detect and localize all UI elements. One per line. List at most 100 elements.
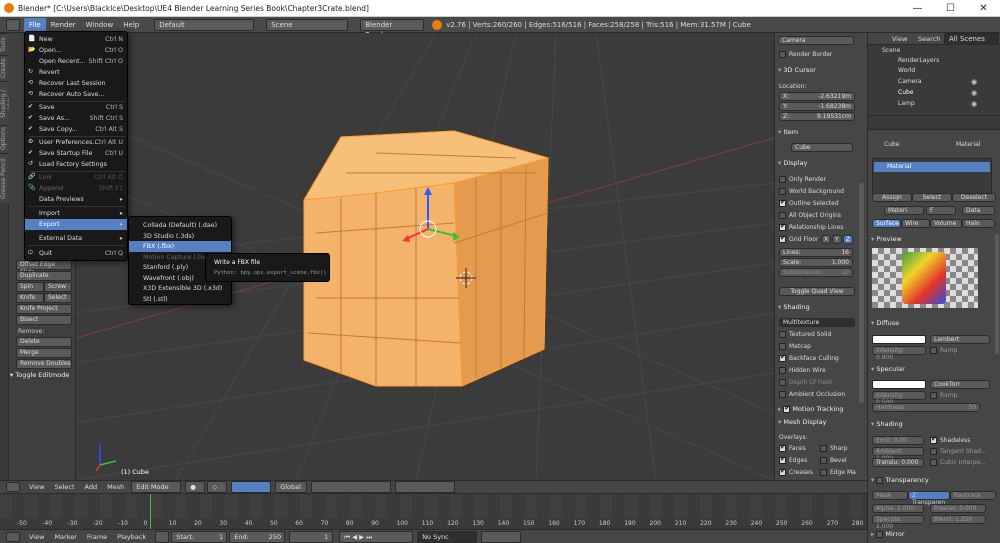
world-background-checkbox[interactable] <box>779 188 786 195</box>
render-engine-selector[interactable]: Blender Render <box>360 18 425 39</box>
editor-type-icon[interactable] <box>6 18 20 31</box>
scene-selector[interactable]: Scene <box>266 18 349 31</box>
cursor-panel-header[interactable]: 3D Cursor <box>778 66 816 74</box>
merge-dropdown[interactable]: Merge <box>16 348 72 358</box>
bevel-checkbox[interactable] <box>820 457 827 464</box>
mask-option[interactable]: Mask <box>872 491 908 500</box>
mirror-checkbox[interactable] <box>876 530 884 538</box>
deselect-button[interactable]: Deselect <box>952 193 996 202</box>
toggle-quad-view-button[interactable]: Toggle Quad View <box>779 287 855 296</box>
file-menu-item-recover-auto-save[interactable]: ⟲ Recover Auto Save... <box>25 89 127 100</box>
file-menu-item-quit[interactable]: ⏻ Quit Ctrl Q <box>25 248 127 259</box>
close-button[interactable]: ✕ <box>967 0 1000 17</box>
axis-z-toggle[interactable]: Z <box>843 235 853 244</box>
spin-button[interactable]: Spin <box>16 282 44 292</box>
shading-panel-header[interactable]: Shading <box>778 303 809 311</box>
file-menu-item-recover-last-session[interactable]: ⟲ Recover Last Session <box>25 78 127 89</box>
file-menu-item-open[interactable]: 📂 Open... Ctrl O <box>25 45 127 56</box>
cubic-interpolation-checkbox[interactable] <box>930 459 937 466</box>
export-menu-item-collada-default-dae[interactable]: Collada (Default) (.dae) <box>129 220 231 231</box>
transform-orientation-selector[interactable]: Global <box>275 481 308 493</box>
file-menu-item-import[interactable]: Import ▸ <box>25 208 127 219</box>
file-menu-item-save-as[interactable]: ✔ Save As... Shift Ctrl S <box>25 113 127 124</box>
viewport-view-menu[interactable]: View <box>24 480 49 494</box>
material-name-field[interactable]: Materi <box>884 206 924 215</box>
delete-dropdown[interactable]: Delete <box>16 337 72 347</box>
duplicate-button[interactable]: Duplicate <box>16 271 72 281</box>
raytrace-option[interactable]: Raytrace <box>950 491 996 500</box>
axis-x-toggle[interactable]: X <box>821 235 831 244</box>
specular-alpha-field[interactable]: Specula: 1.000 <box>872 515 924 530</box>
minimize-button[interactable]: — <box>901 0 934 17</box>
outliner-search-menu[interactable]: Search <box>918 35 940 43</box>
export-menu-item-stl-stl[interactable]: Stl (.stl) <box>129 294 231 305</box>
matcap-checkbox[interactable] <box>779 343 786 350</box>
lines-field[interactable]: Lines: 16 <box>779 248 853 257</box>
viewport-add-menu[interactable]: Add <box>80 480 103 494</box>
export-menu-item-fbx-fbx[interactable]: FBX (.fbx) <box>129 241 231 252</box>
outliner-item-world[interactable]: World <box>898 67 915 74</box>
depth-of-field-checkbox[interactable] <box>779 379 786 386</box>
export-menu-item-x3d-extensible-3d-x3d[interactable]: X3D Extensible 3D (.x3d) <box>129 283 231 294</box>
outliner-item-scene[interactable]: Scene <box>882 47 900 54</box>
specular-intensity-field[interactable]: Intensity: 0.500 <box>872 391 926 406</box>
motion-tracking-panel-header[interactable]: Motion Tracking <box>778 404 844 413</box>
cursor-z-field[interactable]: Z: 9.19531cm <box>779 112 855 121</box>
tab-volume[interactable]: Volume <box>930 219 962 228</box>
props-scrollbar[interactable] <box>995 234 999 354</box>
file-menu-item-export[interactable]: Export ▸ <box>25 219 127 230</box>
ztransparency-option[interactable]: Z Transparen <box>908 491 950 506</box>
tab-surface[interactable]: Surface <box>872 219 901 228</box>
playback-controls[interactable]: ⏮ ◀ ▶ ⏭ <box>339 530 414 543</box>
backface-culling-checkbox[interactable] <box>779 353 786 362</box>
diffuse-panel-header[interactable]: Diffuse <box>871 319 899 327</box>
hidden-wire-checkbox[interactable] <box>779 367 786 374</box>
start-frame-field[interactable]: Start: 1 <box>171 530 228 543</box>
viewport-select-menu[interactable]: Select <box>49 480 79 494</box>
file-menu-item-external-data[interactable]: External Data ▸ <box>25 233 127 244</box>
transparency-checkbox[interactable] <box>876 476 884 484</box>
fresnel-field[interactable]: Fresnel: 0.000 <box>930 504 986 513</box>
motion-tracking-checkbox[interactable] <box>783 404 791 413</box>
tab-shading-uvs[interactable]: Shading / UVs <box>0 81 14 125</box>
eye-icon[interactable]: ◉ <box>971 100 977 108</box>
offset-edge-slide-button[interactable]: Offset Edge Slide <box>16 260 72 276</box>
file-menu-item-revert[interactable]: ↻ Revert <box>25 67 127 78</box>
tab-options[interactable]: Options <box>0 125 9 153</box>
menu-render[interactable]: Render <box>46 18 81 32</box>
file-menu-item-append[interactable]: 📎 Append Shift F1 <box>25 183 127 194</box>
outliner-item-lamp[interactable]: Lamp <box>898 100 915 107</box>
file-menu-item-new[interactable]: 📄 New Ctrl N <box>25 34 127 45</box>
preview-range-toggle[interactable] <box>155 530 170 543</box>
diffuse-shader-dropdown[interactable]: Lambert <box>930 335 990 344</box>
hardness-field[interactable]: Hardness: 50 <box>872 403 980 412</box>
shading-mode-dropdown[interactable]: Multitexture <box>779 318 855 327</box>
file-menu-item-save-startup-file[interactable]: ✔ Save Startup File Ctrl U <box>25 148 127 159</box>
textured-solid-checkbox[interactable] <box>779 331 786 338</box>
only-render-checkbox[interactable] <box>779 176 786 183</box>
export-menu-item-3d-studio-3ds[interactable]: 3D Studio (.3ds) <box>129 231 231 242</box>
edges-checkbox[interactable] <box>779 455 786 464</box>
tab-tools[interactable]: Tools <box>0 33 9 55</box>
end-frame-field[interactable]: End: 250 <box>229 530 286 543</box>
shading-props-header[interactable]: Shading <box>871 420 902 428</box>
select-button[interactable]: Select <box>912 193 952 202</box>
blend-field[interactable]: Blend: 1.250 <box>930 515 986 524</box>
screw-button[interactable]: Screw <box>44 282 72 292</box>
file-menu-item-save[interactable]: ✔ Save Ctrl S <box>25 102 127 113</box>
mirror-panel-header[interactable]: Mirror <box>871 530 905 538</box>
mode-selector[interactable]: Edit Mode <box>131 481 182 493</box>
menu-help[interactable]: Help <box>118 18 144 32</box>
tab-create[interactable]: Create <box>0 55 9 81</box>
material-slots-list[interactable]: Material <box>872 158 992 198</box>
bisect-button[interactable]: Bisect <box>16 315 72 325</box>
axis-y-toggle[interactable]: Y <box>832 235 842 244</box>
diffuse-ramp-checkbox[interactable] <box>930 347 937 354</box>
tangent-shading-checkbox[interactable] <box>930 448 937 455</box>
specular-ramp-checkbox[interactable] <box>930 392 937 399</box>
translucency-field[interactable]: Translu: 0.000 <box>872 458 924 467</box>
shadeless-checkbox[interactable] <box>930 435 937 444</box>
grid-floor-checkbox[interactable] <box>779 234 786 243</box>
outliner-item-renderlayers[interactable]: RenderLayers <box>898 57 939 64</box>
preview-panel-header[interactable]: Preview <box>871 235 901 243</box>
